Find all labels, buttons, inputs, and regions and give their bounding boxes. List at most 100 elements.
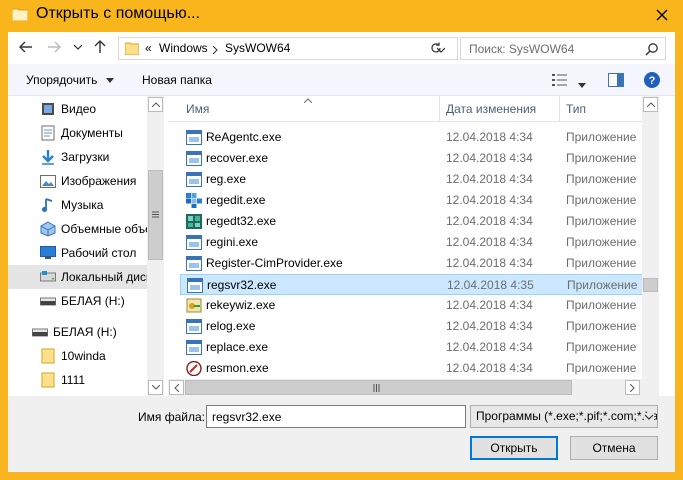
sidebar-item-label: Локальный диск <box>61 270 148 284</box>
sidebar-item-label: Видео <box>61 102 97 116</box>
sidebar-item-documents[interactable]: Документы <box>8 121 148 145</box>
sidebar-item-local-disk[interactable]: Локальный диск <box>8 265 148 289</box>
sidebar-item-label: Загрузки <box>61 150 110 164</box>
chevron-up-icon <box>151 102 160 107</box>
scroll-down-button[interactable] <box>148 380 163 395</box>
file-row[interactable]: regedit.exe 12.04.2018 4:34 Приложение <box>180 190 659 211</box>
sidebar-item-usb-drive-root[interactable]: БЕЛАЯ (H:) <box>8 320 148 344</box>
file-row[interactable]: relog.exe 12.04.2018 4:34 Приложение <box>180 316 659 337</box>
search-input[interactable]: Поиск: SysWOW64 <box>460 37 666 60</box>
horizontal-scrollbar[interactable] <box>168 379 659 396</box>
help-button[interactable]: ? <box>644 72 660 91</box>
title-bar[interactable]: Открыть с помощью... <box>0 0 683 32</box>
sidebar-item-pictures[interactable]: Изображения <box>8 169 148 193</box>
preview-pane-button[interactable] <box>608 73 624 90</box>
file-name-label: Имя файла: <box>138 410 205 424</box>
sidebar-item-label: Музыка <box>61 198 104 212</box>
sidebar-item-music[interactable]: Музыка <box>8 193 148 217</box>
file-row[interactable]: ReAgentc.exe 12.04.2018 4:34 Приложение <box>180 127 659 148</box>
file-row[interactable]: regedt32.exe 12.04.2018 4:34 Приложение <box>180 211 659 232</box>
search-icon[interactable] <box>645 42 659 56</box>
address-overflow[interactable]: « <box>145 41 152 55</box>
scroll-up-button[interactable] <box>643 97 658 112</box>
scroll-up-button[interactable] <box>148 97 163 112</box>
file-type: Приложение <box>566 235 637 249</box>
folder-icon <box>40 348 56 364</box>
desktop-icon <box>40 245 56 261</box>
recent-locations-button[interactable] <box>70 39 86 55</box>
up-button[interactable] <box>92 39 108 55</box>
column-header: Имя Дата изменения Тип <box>168 96 659 122</box>
window-title: Открыть с помощью... <box>36 5 201 22</box>
sidebar-item-label: 1111 <box>61 373 86 387</box>
exe-window-icon <box>186 340 202 355</box>
refresh-button[interactable] <box>430 42 442 57</box>
file-list-scrollbar[interactable] <box>642 96 659 380</box>
file-date: 12.04.2018 4:34 <box>446 340 533 354</box>
scroll-left-button[interactable] <box>169 380 184 395</box>
breadcrumb-windows[interactable]: Windows <box>159 41 208 55</box>
sidebar-item-downloads[interactable]: Загрузки <box>8 145 148 169</box>
resmon-icon <box>186 360 202 377</box>
sidebar-item-label: БЕЛАЯ (H:) <box>61 294 125 308</box>
column-header-type[interactable]: Тип <box>566 102 586 116</box>
chevron-down-icon <box>151 385 160 390</box>
scroll-thumb[interactable] <box>185 380 572 395</box>
file-row[interactable]: replace.exe 12.04.2018 4:34 Приложение <box>180 337 659 358</box>
open-button[interactable]: Открыть <box>470 436 558 460</box>
scroll-right-button[interactable] <box>625 380 640 395</box>
cancel-button[interactable]: Отмена <box>570 436 658 460</box>
view-options-button[interactable] <box>552 73 568 90</box>
forward-button[interactable] <box>46 39 62 55</box>
sidebar-item-label: 10winda <box>61 349 106 363</box>
sidebar-scrollbar[interactable] <box>147 96 164 396</box>
file-name: Register-CimProvider.exe <box>206 256 343 270</box>
file-row[interactable]: recover.exe 12.04.2018 4:34 Приложение <box>180 148 659 169</box>
column-divider[interactable] <box>559 96 560 122</box>
back-button[interactable] <box>18 39 34 55</box>
svg-text:?: ? <box>649 75 656 87</box>
file-type-select[interactable]: Программы (*.exe;*.pif;*.com;*.bat;*.cmd… <box>470 405 658 428</box>
help-icon: ? <box>644 72 660 88</box>
sidebar-item-desktop[interactable]: Рабочий стол <box>8 241 148 265</box>
navigation-bar: « Windows SysWOW64 Поиск: SysWOW64 <box>8 32 675 62</box>
sidebar-item-folder-10winda[interactable]: 10winda <box>8 344 148 368</box>
sidebar-item-video[interactable]: Видео <box>8 97 148 121</box>
file-name-input[interactable] <box>206 405 466 428</box>
address-bar[interactable]: « Windows SysWOW64 <box>118 37 458 60</box>
chevron-right-icon[interactable] <box>213 46 218 54</box>
file-name: replace.exe <box>206 340 269 354</box>
scroll-thumb[interactable] <box>148 170 163 260</box>
sidebar-item-label: Рабочий стол <box>61 246 137 260</box>
file-row[interactable]: rekeywiz.exe 12.04.2018 4:34 Приложение <box>180 295 659 316</box>
sidebar-item-3d-objects[interactable]: Объемные объекты <box>8 217 148 241</box>
close-button[interactable] <box>640 0 683 30</box>
file-type: Приложение <box>566 298 637 312</box>
preview-pane-icon <box>608 73 624 87</box>
new-folder-button[interactable]: Новая папка <box>142 73 212 87</box>
chevron-down-icon <box>578 83 586 88</box>
view-dropdown-button[interactable] <box>578 77 586 91</box>
regedit-icon <box>186 193 202 208</box>
search-placeholder: Поиск: SysWOW64 <box>469 42 575 56</box>
organize-button[interactable]: Упорядочить <box>26 73 114 87</box>
grip-icon <box>152 211 159 218</box>
scroll-corner <box>642 379 659 396</box>
file-row[interactable]: regsvr32.exe 12.04.2018 4:35 Приложение <box>180 274 659 295</box>
file-date: 12.04.2018 4:34 <box>446 193 533 207</box>
file-row[interactable]: Register-CimProvider.exe 12.04.2018 4:34 П… <box>180 253 659 274</box>
sidebar-item-usb-drive[interactable]: БЕЛАЯ (H:) <box>8 289 148 313</box>
sidebar-item-folder-1111[interactable]: 1111 <box>8 368 148 392</box>
column-divider[interactable] <box>439 96 440 122</box>
file-row[interactable]: resmon.exe 12.04.2018 4:34 Приложение <box>180 358 659 379</box>
column-header-name[interactable]: Имя <box>186 102 209 116</box>
chevron-down-icon <box>105 78 114 84</box>
scroll-thumb[interactable] <box>643 278 658 292</box>
file-row[interactable]: regini.exe 12.04.2018 4:34 Приложение <box>180 232 659 253</box>
file-date: 12.04.2018 4:34 <box>446 361 533 375</box>
file-row[interactable]: reg.exe 12.04.2018 4:34 Приложение <box>180 169 659 190</box>
column-header-date[interactable]: Дата изменения <box>446 102 536 116</box>
folder-icon <box>40 372 56 388</box>
file-name: regsvr32.exe <box>207 278 277 292</box>
breadcrumb-syswow64[interactable]: SysWOW64 <box>225 41 290 55</box>
